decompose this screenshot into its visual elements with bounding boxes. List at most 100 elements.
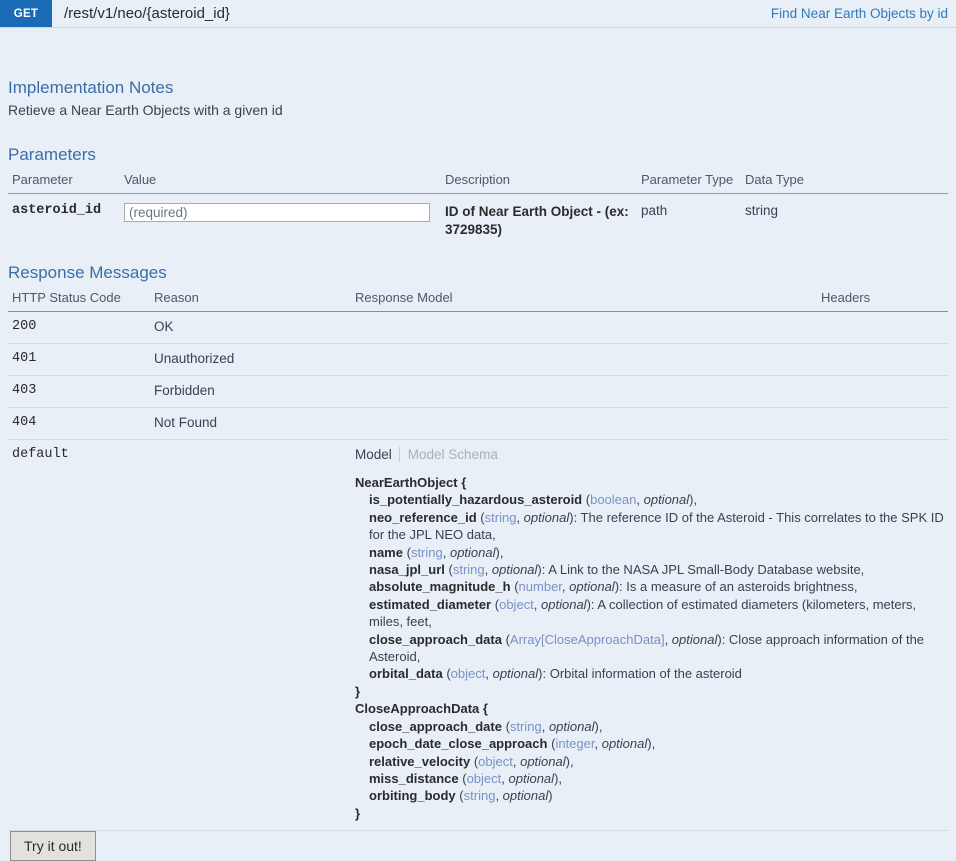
model-property-flag: optional — [548, 718, 595, 734]
response-model-cell — [351, 311, 817, 344]
response-reason: OK — [150, 311, 351, 344]
response-reason: Unauthorized — [150, 343, 351, 376]
parameters-col-parameter-type: Parameter Type — [637, 169, 741, 194]
response-header-row: HTTP Status Code Reason Response Model H… — [8, 287, 948, 312]
model-property-desc: : Orbital information of the asteroid — [542, 666, 742, 682]
model-property-comma: , — [485, 666, 493, 682]
model-property-flag: optional — [508, 770, 555, 786]
model-property: relative_velocity (object, optional), — [355, 753, 944, 770]
table-row: 403 Forbidden — [8, 375, 948, 408]
model-property-desc: : A Link to the NASA JPL Small-Body Data… — [541, 562, 865, 578]
model-property-comma: , — [541, 718, 549, 734]
model-property-flag: optional — [491, 562, 538, 578]
model-property-comma: , — [501, 770, 509, 786]
response-status-code: 401 — [8, 343, 150, 376]
model-property-tail: , — [651, 736, 656, 752]
operation-path[interactable]: /rest/v1/neo/{asteroid_id} — [52, 0, 230, 27]
parameters-col-parameter: Parameter — [8, 169, 120, 194]
model-property-tail: , — [558, 770, 563, 786]
model-property: is_potentially_hazardous_asteroid (boole… — [355, 491, 944, 508]
model-tabs: Model Model Schema — [355, 447, 944, 462]
tab-model-schema[interactable]: Model Schema — [398, 447, 505, 462]
model-property-comma: , — [636, 492, 644, 508]
model-property-tail: , — [569, 753, 574, 769]
model-property: neo_reference_id (string, optional): The… — [355, 509, 944, 544]
model-property-comma: , — [512, 753, 521, 769]
model-property-name: miss_distance — [369, 770, 459, 786]
asteroid-id-input[interactable] — [124, 203, 430, 222]
model-property-flag: optional — [541, 596, 587, 612]
tab-model[interactable]: Model — [355, 447, 399, 462]
parameters-header-row: Parameter Value Description Parameter Ty… — [8, 169, 948, 194]
model-property: estimated_diameter (object, optional): A… — [355, 596, 944, 631]
response-headers-cell — [817, 375, 948, 408]
model-property-comma: , — [484, 562, 492, 578]
operation-summary-link[interactable]: Find Near Earth Objects by id — [771, 0, 956, 27]
http-method-badge[interactable]: GET — [0, 0, 52, 27]
model-property-name: estimated_diameter — [369, 596, 492, 612]
parameter-value-cell — [120, 194, 441, 248]
parameters-table: Parameter Value Description Parameter Ty… — [8, 169, 948, 247]
model-property-paren-close: ) — [548, 788, 553, 804]
model-property-name: is_potentially_hazardous_asteroid — [369, 492, 583, 508]
table-row-default: default Model Model Schema NearEarthObject … — [8, 439, 948, 832]
model-close-brace: } — [355, 683, 361, 699]
parameter-description: ID of Near Earth Object - (ex: 3729835) — [445, 204, 629, 237]
response-col-response-model: Response Model — [351, 287, 817, 312]
model-property-flag: optional — [671, 631, 718, 647]
model-property-tail: , — [499, 544, 504, 560]
response-messages-table: HTTP Status Code Reason Response Model H… — [8, 287, 948, 832]
model-property-type: object — [499, 596, 534, 612]
model-property-tail: , — [598, 718, 603, 734]
response-status-code: default — [8, 439, 150, 832]
model-property-desc: : Is a measure of an asteroids brightnes… — [619, 579, 858, 595]
response-headers-cell — [817, 311, 948, 344]
model-property-name: close_approach_data — [369, 631, 502, 647]
response-table-body: 200 OK 401 Unauthorized 403 Forbidden 404 Not F… — [8, 311, 948, 832]
model-property-name: nasa_jpl_url — [369, 562, 445, 578]
table-row: 404 Not Found — [8, 407, 948, 440]
parameter-data-type: string — [745, 203, 779, 218]
model-property: name (string, optional), — [355, 544, 944, 561]
model-property-type: string — [452, 562, 485, 578]
model-property-name: name — [369, 544, 403, 560]
model-close-brace: } — [355, 805, 361, 821]
table-row: 401 Unauthorized — [8, 343, 948, 376]
model-property: absolute_magnitude_h (number, optional):… — [355, 578, 944, 595]
model-property-type: object — [466, 770, 502, 786]
response-reason: Not Found — [150, 407, 351, 440]
model-property-type: boolean — [590, 492, 637, 508]
response-messages-title: Response Messages — [8, 263, 167, 282]
model-property-type: string — [484, 509, 517, 525]
model-property: epoch_date_close_approach (integer, opti… — [355, 735, 944, 752]
response-status-code: 200 — [8, 311, 150, 344]
model-property-flag: optional — [523, 509, 570, 525]
operation-header: GET /rest/v1/neo/{asteroid_id} Find Near… — [0, 0, 956, 28]
table-row: 200 OK — [8, 311, 948, 344]
response-headers-cell — [817, 343, 948, 376]
parameter-type: path — [641, 203, 668, 218]
model-property-name: epoch_date_close_approach — [369, 736, 548, 752]
model-property-type: number — [518, 579, 562, 595]
response-model-cell — [351, 407, 817, 440]
model-property: nasa_jpl_url (string, optional): A Link … — [355, 561, 944, 578]
parameters-col-description: Description — [441, 169, 637, 194]
response-reason: Forbidden — [150, 375, 351, 408]
model-property-flag: optional — [643, 492, 690, 508]
submit-container: Try it out! — [10, 831, 96, 861]
try-it-out-button[interactable]: Try it out! — [10, 831, 96, 861]
model-property: close_approach_data (Array[CloseApproach… — [355, 631, 944, 666]
model-property-type: Array[CloseApproachData] — [509, 631, 665, 647]
model-property-name: absolute_magnitude_h — [369, 579, 511, 595]
model-property-name: relative_velocity — [369, 753, 471, 769]
response-headers-cell — [817, 407, 948, 440]
response-status-code: 404 — [8, 407, 150, 440]
response-status-code: 403 — [8, 375, 150, 408]
model-property: orbiting_body (string, optional) — [355, 787, 944, 804]
model-property-name: orbiting_body — [369, 788, 456, 804]
parameter-name: asteroid_id — [12, 203, 102, 218]
model-property-comma: , — [664, 631, 672, 647]
response-col-reason: Reason — [150, 287, 351, 312]
model-property: miss_distance (object, optional), — [355, 770, 944, 787]
model-property-flag: optional — [601, 736, 648, 752]
